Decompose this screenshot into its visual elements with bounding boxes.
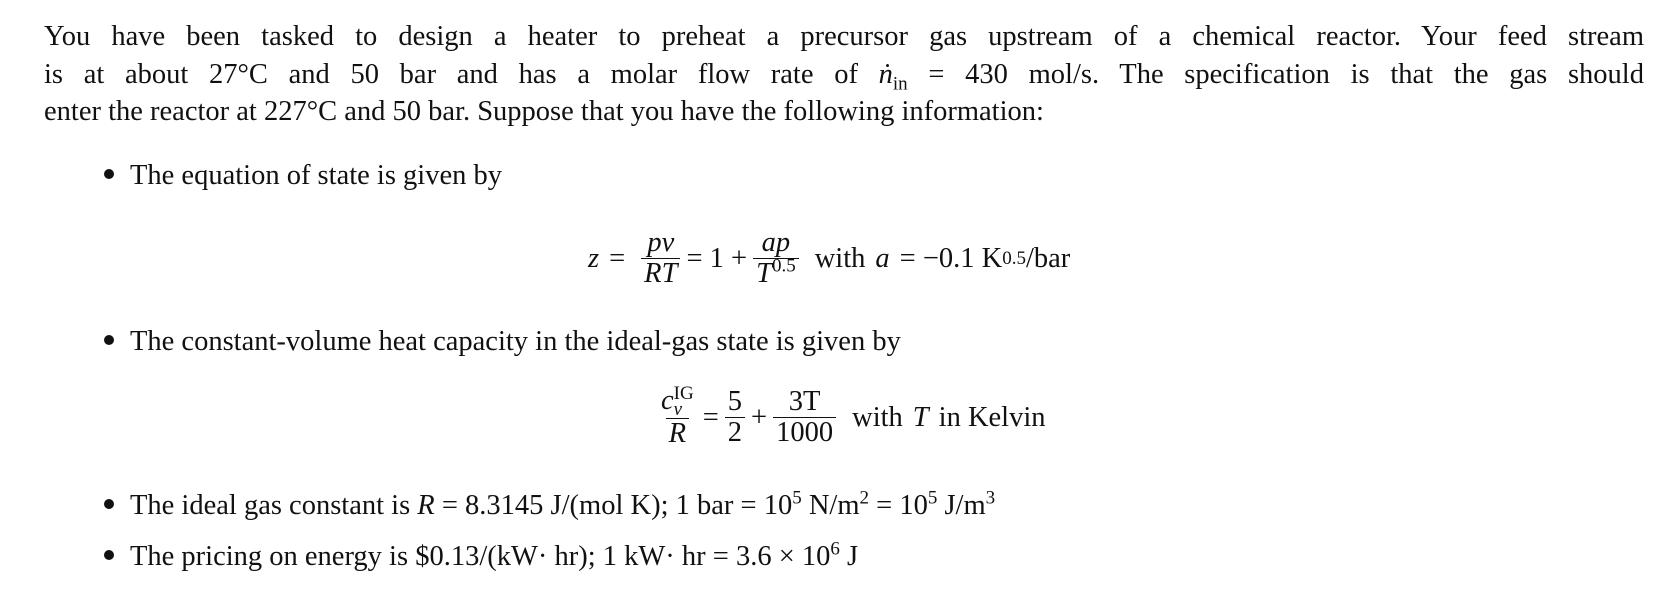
fraction-3t-1000: 3T 1000 (773, 386, 837, 448)
bullet-text: The equation of state is given by (130, 160, 502, 191)
frac-numerator: 3T (788, 386, 821, 418)
exponent: 3 (985, 487, 996, 509)
frac-numerator: 5 (727, 386, 743, 418)
eq-with: with (852, 401, 903, 433)
frac-numerator: c IG v (658, 384, 697, 421)
frac-numerator: pv (647, 227, 675, 258)
fraction-cv-r: c IG v R (658, 384, 697, 449)
intro-line-3: enter the reactor at 227°C and 50 bar. S… (44, 96, 1044, 127)
bullet-text-b: = 8.3145 J/(mol K); 1 bar = 10 (434, 490, 793, 521)
frac-denominator: T0.5 (753, 255, 799, 289)
intro-line-2-text: is at about 27°C and 50 bar and has a mo… (44, 58, 879, 90)
eq-equals: = (702, 401, 719, 433)
eq-with: with (814, 242, 866, 274)
bullet-gas-constant: The ideal gas constant is R = 8.3145 J/(… (104, 487, 996, 522)
cv-subscript: v (673, 399, 683, 421)
eq-lhs: z (588, 242, 600, 274)
bullet-dot (104, 169, 114, 180)
bullet-text-e: J/m (937, 490, 986, 521)
intro-paragraph: You have been tasked to design a heater … (44, 18, 1644, 131)
bullet-text: The constant-volume heat capacity in the… (130, 326, 901, 357)
bullet-equation-of-state: The equation of state is given by (104, 160, 502, 192)
bullet-text: The pricing on energy is $0.13/(kW· hr);… (130, 541, 831, 572)
intro-line-2-rest: = 430 mol/s. The specification is that t… (907, 58, 1644, 90)
eq-unit: /bar (1025, 242, 1071, 274)
frac-denominator: 1000 (773, 417, 837, 448)
intro-line-1: You have been tasked to design a heater … (44, 21, 1644, 52)
eq-var-a: a (875, 242, 890, 274)
eq-equals: = (609, 242, 626, 274)
frac-numerator: ap (761, 227, 791, 258)
equation-of-state: z = pv RT = 1 + ap T0.5 with a = −0.1 K 0… (588, 227, 1071, 289)
den-base: T (756, 258, 772, 289)
eq-tail: in Kelvin (938, 401, 1046, 433)
bullet-dot (104, 550, 114, 561)
bullet-text-b: J (839, 541, 859, 572)
cv-scripts: IG v (673, 384, 694, 421)
fraction-ap-t: ap T0.5 (753, 228, 799, 289)
equation-heat-capacity: c IG v R = 5 2 + 3T 1000 with T in Kelvin (652, 384, 1046, 449)
eq-mid: = 1 + (686, 242, 748, 274)
cv-base: c (661, 385, 674, 416)
eq-var-t: T (912, 401, 929, 433)
bullet-heat-capacity: The constant-volume heat capacity in the… (104, 326, 901, 358)
bullet-text-d: = 10 (869, 490, 928, 521)
eq-plus: + (751, 401, 768, 433)
molar-flow-subscript: in (892, 73, 908, 95)
exponent: 6 (830, 538, 840, 560)
frac-denominator: R (665, 418, 690, 449)
exponent: 2 (859, 487, 870, 509)
exponent: 5 (927, 487, 938, 509)
bullet-text: The ideal gas constant is (130, 490, 418, 521)
bullet-text-c: N/m (801, 490, 860, 521)
bullet-energy-pricing: The pricing on energy is $0.13/(kW· hr);… (104, 538, 859, 573)
molar-flow-symbol: ṅ (878, 58, 893, 90)
eq-value: = −0.1 K (899, 242, 1003, 274)
frac-denominator: RT (641, 258, 681, 289)
den-exponent: 0.5 (771, 255, 796, 277)
var-r: R (417, 490, 435, 521)
frac-denominator: 2 (724, 417, 746, 448)
fraction-5-2: 5 2 (724, 386, 746, 448)
bullet-dot (104, 499, 114, 510)
intro-line-2: is at about 27°C and 50 bar and has a mo… (44, 56, 1644, 94)
bullet-dot (104, 335, 114, 346)
exponent: 5 (792, 487, 802, 509)
fraction-pv-rt: pv RT (641, 227, 681, 289)
